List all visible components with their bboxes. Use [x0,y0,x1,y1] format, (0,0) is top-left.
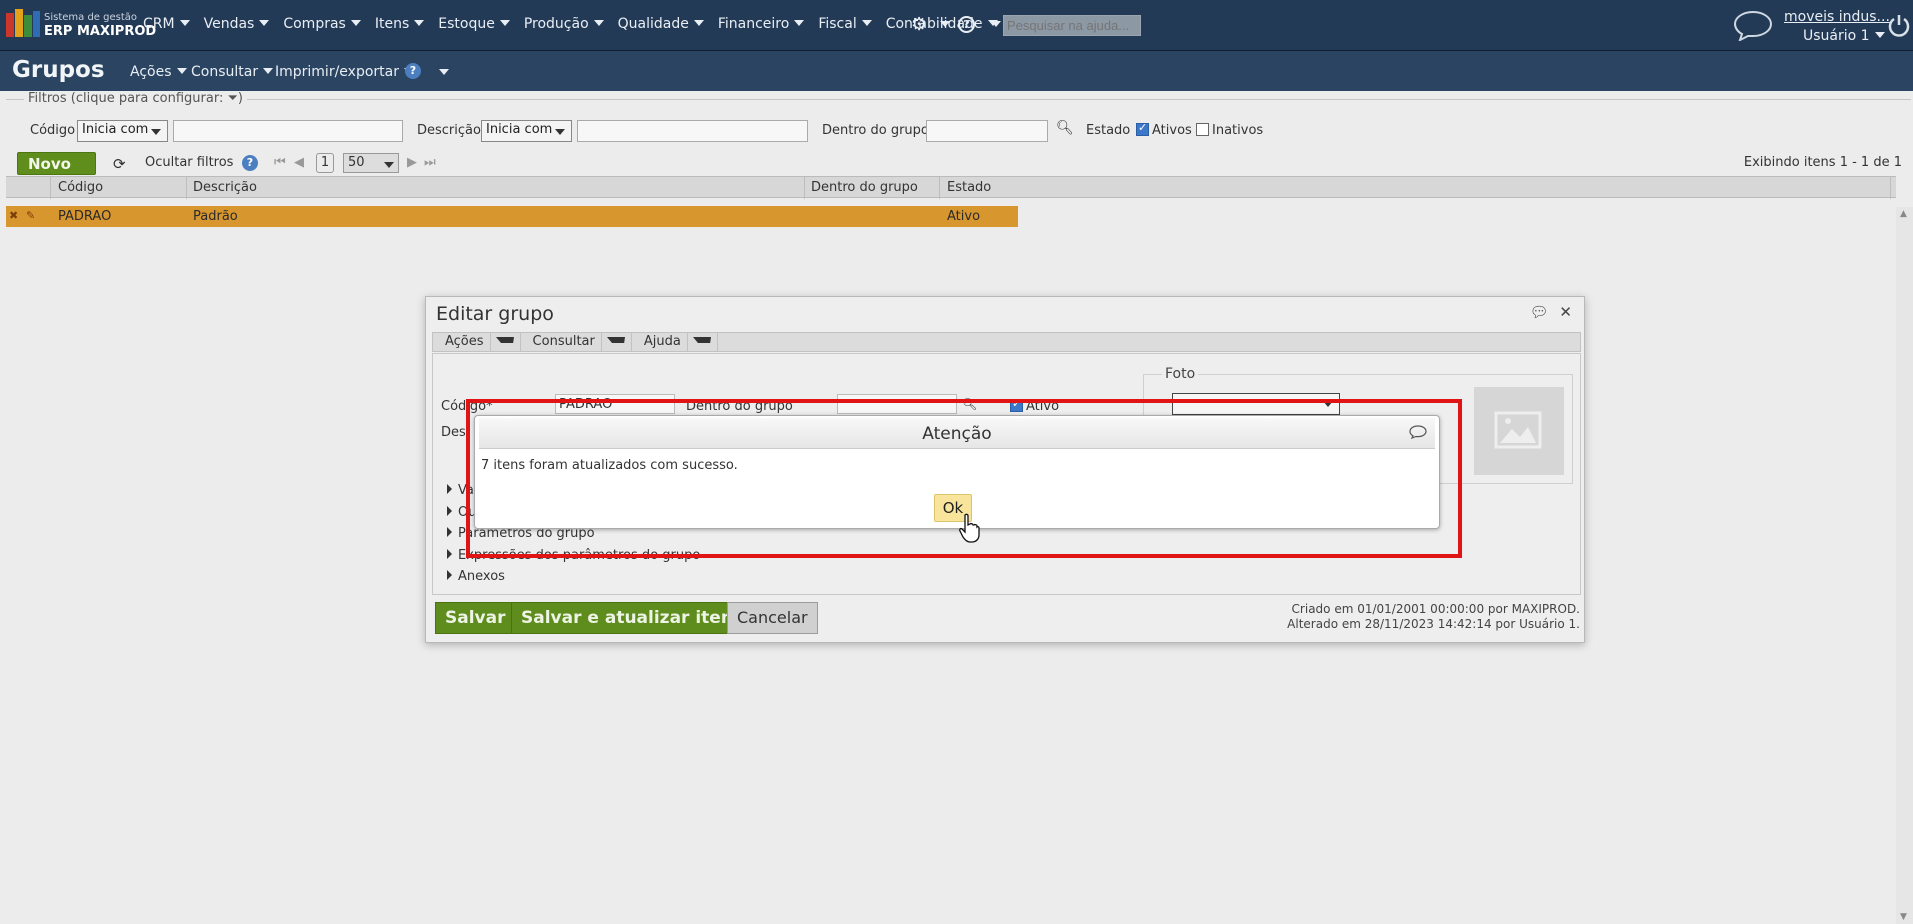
gear-menu-caret-icon[interactable] [940,21,950,27]
top-navbar: Sistema de gestão ERP MAXIPROD CRM Venda… [0,0,1913,51]
attention-alert: Atenção 7 itens foram atualizados com su… [474,415,1440,529]
dialog-chat-icon[interactable]: 💬︎ [1530,303,1549,321]
codigo-filter-input[interactable] [173,120,403,142]
created-info: Criado em 01/01/2001 00:00:00 por MAXIPR… [1291,602,1580,616]
logo-line1: Sistema de gestão [44,12,138,23]
grid-help-icon[interactable]: ? [242,155,258,171]
col-codigo[interactable]: Código [58,180,103,195]
cell-codigo: PADRAO [58,209,112,224]
ativos-checkbox[interactable]: Ativos [1136,121,1192,138]
cancelar-button[interactable]: Cancelar [727,602,818,634]
estado-label: Estado [1086,123,1131,138]
dialog-title: Editar grupo [436,303,554,325]
updated-info: Alterado em 28/11/2023 14:42:14 por Usuá… [1287,617,1580,631]
grid-header: Código Descrição Dentro do grupo Estado [6,176,1896,199]
edit-row-icon[interactable]: ✎ [26,209,35,222]
refresh-icon[interactable]: ⟳ [113,155,126,173]
col-descricao[interactable]: Descrição [193,180,257,195]
ocultar-filtros-button[interactable]: Ocultar filtros [145,155,233,170]
alert-chat-icon[interactable] [1409,425,1427,439]
dialog-menu-acoes[interactable]: Ações [433,333,521,351]
page-number[interactable]: 1 [316,153,334,173]
codigo-label: Código [30,123,76,138]
scroll-down-icon[interactable]: ▼ [1900,912,1907,922]
help-icon[interactable]: ? [958,16,975,33]
salvar-atualizar-button[interactable]: Salvar e atualizar itens [511,602,754,634]
nav-qualidade[interactable]: Qualidade [618,16,704,32]
nav-financeiro[interactable]: Financeiro [718,16,805,32]
alert-header: Atenção [479,418,1435,449]
audit-info: Criado em 01/01/2001 00:00:00 por MAXIPR… [1287,602,1580,632]
foto-legend: Foto [1162,366,1199,382]
codigo-operator-select[interactable]: Inicia com [77,120,168,142]
page-help-icon[interactable]: ? [405,63,421,79]
nav-estoque[interactable]: Estoque [438,16,510,32]
nav-vendas[interactable]: Vendas [204,16,270,32]
page-title: Grupos [12,57,105,83]
nav-producao[interactable]: Produção [524,16,604,32]
page-help-caret-icon[interactable] [439,69,449,75]
alert-message: 7 itens foram atualizados com sucesso. [481,458,738,473]
grupo-filter-input[interactable] [926,120,1048,142]
page-size-select[interactable]: 50 [343,153,399,173]
grupo-label: Dentro do grupo [822,123,929,138]
chat-icon[interactable] [1733,9,1773,41]
maxiprod-logo-icon[interactable] [4,9,42,41]
descricao-field-label: Des [441,425,466,440]
section-anexos[interactable]: Anexos [447,569,505,584]
scroll-up-icon[interactable]: ▲ [1900,209,1907,219]
dialog-menu-consultar[interactable]: Consultar [521,333,632,351]
nav-itens[interactable]: Itens [375,16,425,32]
grupo-search-icon[interactable]: 🔍︎ [1056,120,1074,136]
col-dentro-do-grupo[interactable]: Dentro do grupo [811,180,918,195]
filter-funnel-icon[interactable]: ⏷ [227,91,237,106]
last-page-icon[interactable]: ⏭ [424,155,436,170]
page-header: Grupos Ações Consultar Imprimir/exportar… [0,51,1913,91]
logo-text: Sistema de gestão ERP MAXIPROD [44,11,156,39]
filters-legend[interactable]: Filtros (clique para configurar: ⏷) [24,91,247,106]
col-estado[interactable]: Estado [947,180,991,195]
descricao-label: Descrição [417,123,481,138]
nav-compras[interactable]: Compras [283,16,361,32]
table-row[interactable]: ✖ ✎ PADRAO Padrão Ativo [6,206,1018,227]
cell-estado: Ativo [947,209,981,224]
salvar-button[interactable]: Salvar [435,602,516,634]
help-search-input[interactable] [1003,15,1141,36]
dialog-menu: Ações Consultar Ajuda [432,332,1581,352]
inativos-check-icon[interactable] [1196,123,1209,136]
inativos-checkbox[interactable]: Inativos [1196,123,1263,138]
photo-placeholder-icon[interactable] [1474,387,1564,475]
descricao-operator-select[interactable]: Inicia com [481,120,572,142]
first-page-icon[interactable]: ⏮ [274,155,286,170]
next-page-icon[interactable]: ▶ [407,155,417,170]
user-menu[interactable]: Usuário 1 [1803,28,1885,44]
ativos-check-icon[interactable] [1136,121,1149,136]
grid-toolbar: Novo ⟳ Ocultar filtros ? ⏮ ◀ 1 50 ▶ ⏭ Ex… [0,147,1913,185]
logo-line2: ERP MAXIPROD [44,24,157,39]
menu-acoes[interactable]: Ações [130,64,187,80]
alert-title: Atenção [922,424,992,444]
power-icon[interactable] [1887,13,1911,37]
dialog-menu-ajuda[interactable]: Ajuda [632,333,718,351]
cell-descricao: Padrão [193,209,238,224]
prev-page-icon[interactable]: ◀ [294,155,304,170]
dialog-close-icon[interactable]: ✕ [1559,303,1572,321]
dialog-icons: 💬︎ ✕ [1530,303,1572,321]
descricao-filter-input[interactable] [577,120,808,142]
delete-row-icon[interactable]: ✖ [9,209,18,222]
grid-scrollbar[interactable]: ▲ ▼ [1896,207,1913,924]
hand-cursor-icon [959,513,980,543]
items-summary: Exibindo itens 1 - 1 de 1 [1743,155,1902,170]
nav-crm[interactable]: CRM [143,16,190,32]
help-menu-caret-icon[interactable] [991,21,1001,27]
main-nav: CRM Vendas Compras Itens Estoque Produçã… [143,16,1012,32]
menu-consultar[interactable]: Consultar [191,64,274,80]
menu-imprimir-exportar[interactable]: Imprimir/exportar [275,64,414,80]
nav-fiscal[interactable]: Fiscal [818,16,872,32]
company-link[interactable]: moveis indus... [1784,9,1890,25]
novo-button[interactable]: Novo [17,152,96,185]
filters-panel: Filtros (clique para configurar: ⏷) Códi… [6,91,1911,142]
gear-icon[interactable]: ⚙ [911,14,927,35]
